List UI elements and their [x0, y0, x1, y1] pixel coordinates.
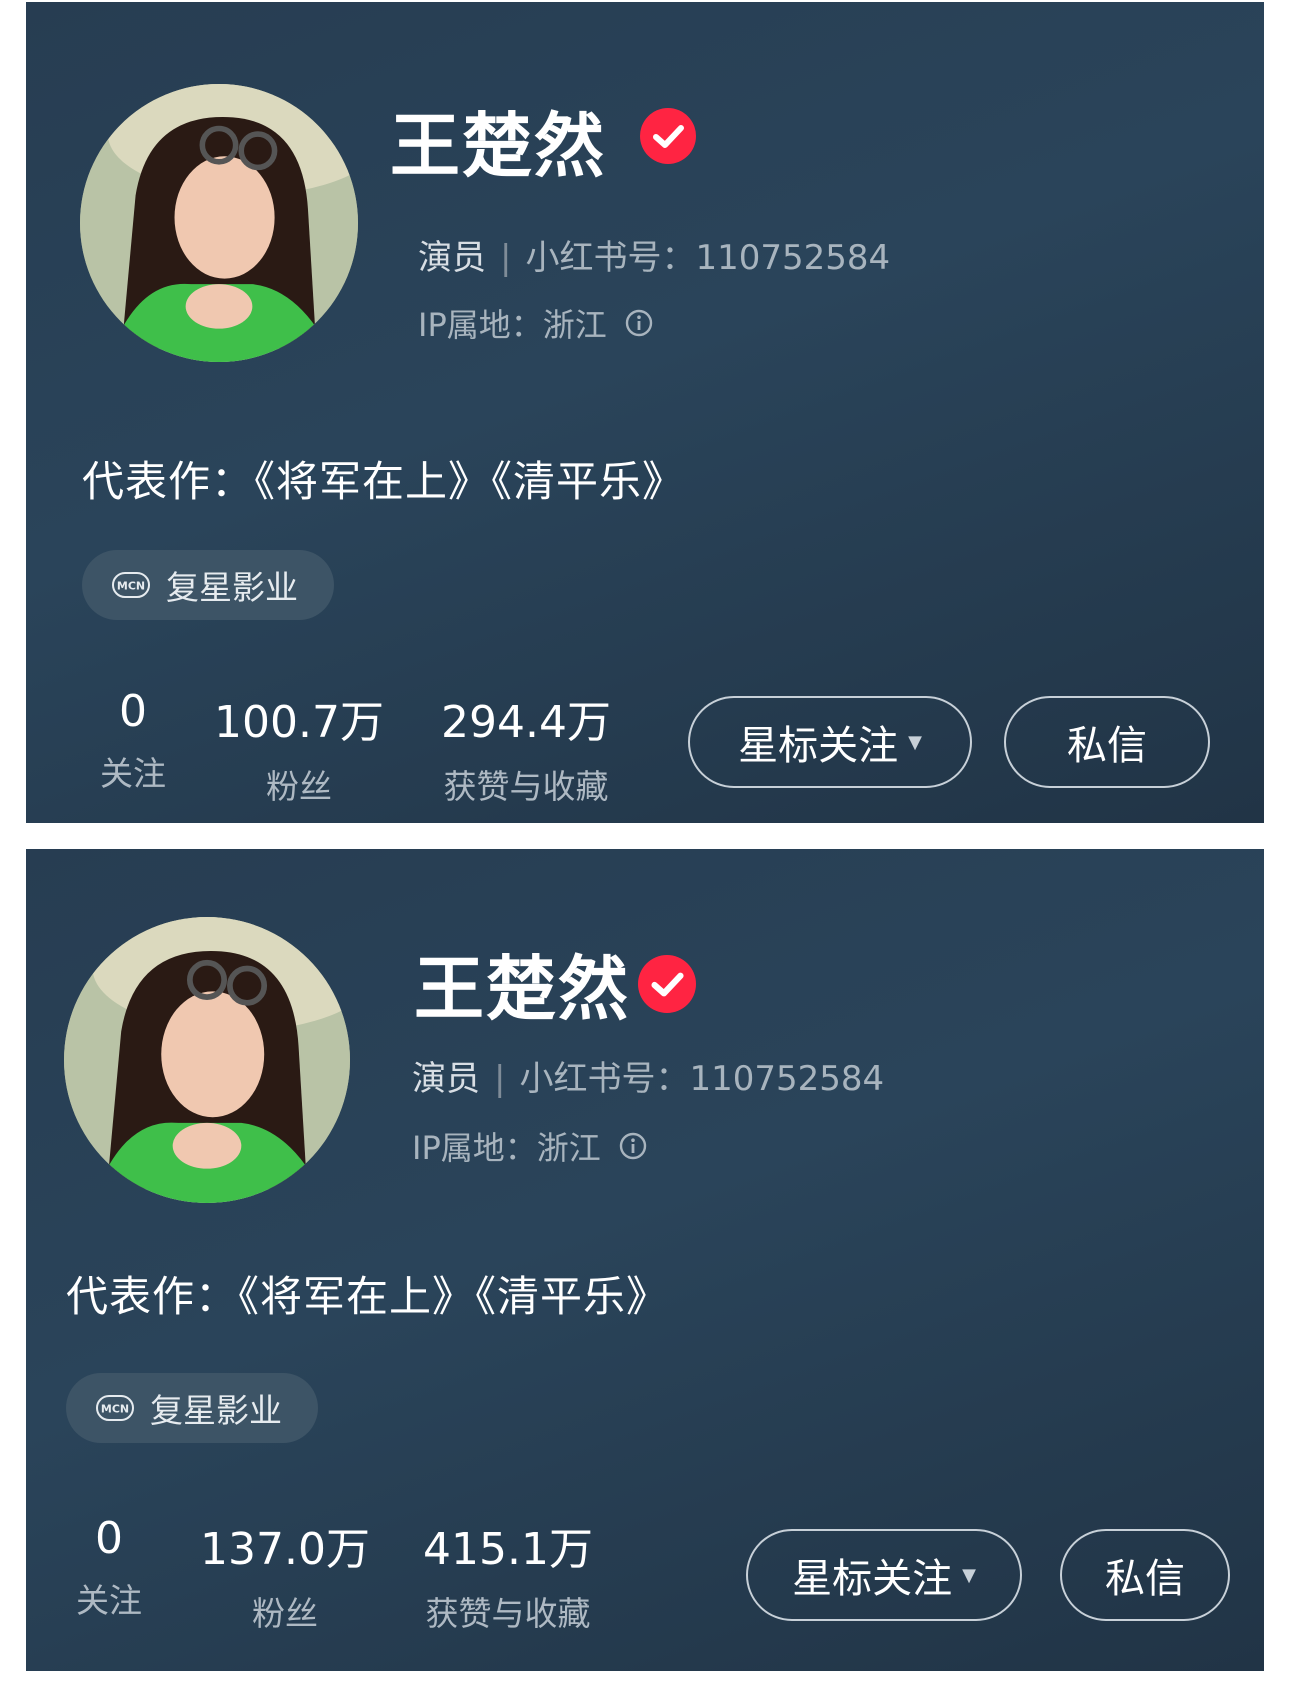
avatar-image — [64, 917, 350, 1203]
info-icon[interactable] — [619, 1132, 647, 1160]
verified-check-icon — [640, 108, 696, 164]
message-button[interactable]: 私信 — [1060, 1529, 1230, 1621]
stat-label: 获赞与收藏 — [443, 767, 609, 806]
bio-text: 代表作：《将军在上》《清平乐》 — [82, 457, 686, 506]
mcn-icon: MCN — [112, 572, 150, 598]
stat-likes-collects[interactable]: 294.4万 获赞与收藏 — [406, 686, 646, 808]
ip-location: IP属地： 浙江 — [412, 1123, 647, 1169]
stat-value: 0 — [119, 686, 147, 737]
profile-name: 王楚然 — [414, 948, 630, 1030]
star-follow-button[interactable]: 星标关注 ▼ — [688, 696, 972, 788]
mcn-name: 复星影业 — [150, 1391, 282, 1430]
stat-value: 415.1万 — [423, 1524, 593, 1575]
mcn-icon-text: MCN — [101, 1403, 129, 1416]
ip-value: 浙江 — [536, 1129, 601, 1167]
profile-meta: 演员 | 小红书号：110752584 — [418, 230, 890, 279]
profile-card-2: 王楚然 演员 | 小红书号：110752584 IP属地： 浙江 代表作：《将军在上》… — [26, 849, 1264, 1671]
mcn-icon-text: MCN — [117, 580, 145, 593]
stat-followers[interactable]: 137.0万 粉丝 — [190, 1513, 380, 1635]
id-label: 小红书号： — [519, 1059, 690, 1099]
stat-followers[interactable]: 100.7万 粉丝 — [204, 686, 394, 808]
stat-following[interactable]: 0 关注 — [78, 686, 188, 795]
message-button[interactable]: 私信 — [1004, 696, 1210, 788]
mcn-chip[interactable]: MCN 复星影业 — [66, 1373, 318, 1443]
id-value[interactable]: 110752584 — [695, 238, 890, 278]
caret-down-icon: ▼ — [962, 1564, 976, 1586]
message-label: 私信 — [1105, 1556, 1185, 1602]
ip-value: 浙江 — [542, 306, 607, 344]
stat-value: 100.7万 — [214, 697, 384, 748]
verified-check-icon — [638, 955, 696, 1013]
ip-location: IP属地： 浙江 — [418, 300, 653, 346]
profile-card-1: 王楚然 演员 | 小红书号：110752584 IP属地： 浙江 代表作：《将军在上》… — [26, 2, 1264, 823]
id-label: 小红书号： — [525, 238, 696, 278]
separator: | — [494, 1059, 506, 1099]
separator: | — [500, 238, 512, 278]
stat-label: 粉丝 — [252, 1594, 318, 1633]
message-label: 私信 — [1067, 723, 1147, 769]
star-follow-label: 星标关注 — [738, 723, 899, 769]
stat-likes-collects[interactable]: 415.1万 获赞与收藏 — [388, 1513, 628, 1635]
stat-label: 粉丝 — [266, 767, 332, 806]
stat-label: 关注 — [100, 754, 166, 793]
stat-value: 0 — [95, 1513, 123, 1564]
info-icon[interactable] — [625, 309, 653, 337]
stat-label: 获赞与收藏 — [425, 1594, 591, 1633]
mcn-name: 复星影业 — [166, 568, 298, 607]
role-label: 演员 — [418, 238, 486, 278]
stat-label: 关注 — [76, 1581, 142, 1620]
ip-label: IP属地： — [418, 306, 543, 344]
profile-name: 王楚然 — [390, 105, 606, 187]
stat-value: 294.4万 — [441, 697, 611, 748]
star-follow-label: 星标关注 — [792, 1556, 953, 1602]
star-follow-button[interactable]: 星标关注 ▼ — [746, 1529, 1022, 1621]
ip-label: IP属地： — [412, 1129, 537, 1167]
mcn-chip[interactable]: MCN 复星影业 — [82, 550, 334, 620]
caret-down-icon: ▼ — [908, 731, 922, 753]
id-value[interactable]: 110752584 — [689, 1059, 884, 1099]
avatar-image — [80, 84, 358, 362]
stat-value: 137.0万 — [200, 1524, 370, 1575]
avatar[interactable] — [80, 84, 358, 362]
stat-following[interactable]: 0 关注 — [54, 1513, 164, 1622]
role-label: 演员 — [412, 1059, 480, 1099]
mcn-icon: MCN — [96, 1395, 134, 1421]
profile-meta: 演员 | 小红书号：110752584 — [412, 1051, 884, 1100]
bio-text: 代表作：《将军在上》《清平乐》 — [66, 1272, 670, 1321]
avatar[interactable] — [64, 917, 350, 1203]
